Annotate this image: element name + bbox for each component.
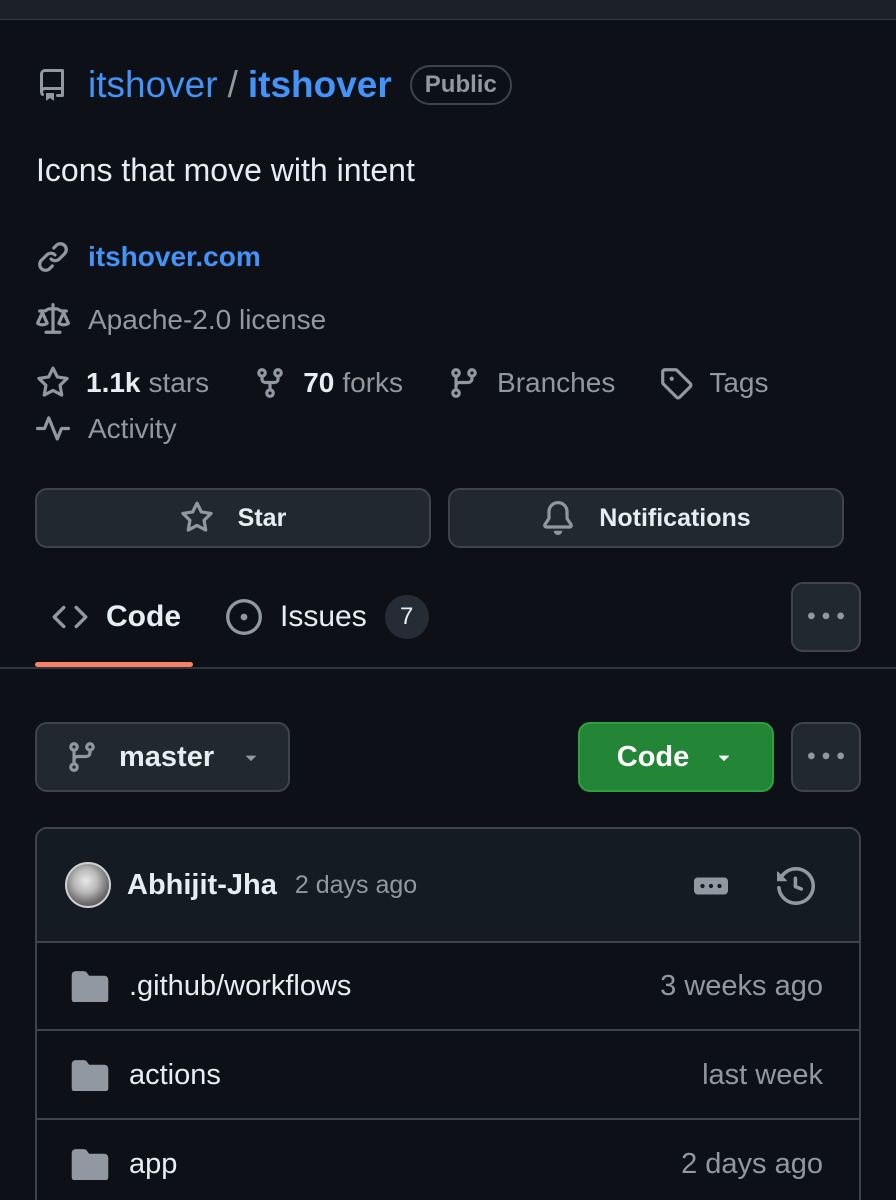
- star-icon: [36, 366, 70, 400]
- repo-website[interactable]: itshover.com: [36, 240, 261, 274]
- file-name[interactable]: actions: [129, 1059, 221, 1092]
- repo-header: itshover / itshover Public: [36, 60, 512, 110]
- star-icon: [180, 501, 214, 535]
- pulse-icon: [36, 412, 70, 446]
- star-button[interactable]: Star: [35, 488, 431, 548]
- tags-link[interactable]: Tags: [659, 366, 768, 400]
- commit-time[interactable]: 2 days ago: [295, 871, 417, 900]
- forks-label: forks: [342, 367, 404, 398]
- branch-selector[interactable]: master: [35, 722, 290, 792]
- commit-author[interactable]: Abhijit-Jha: [127, 869, 277, 902]
- kebab-horizontal-icon: [808, 599, 844, 635]
- activity-link[interactable]: Activity: [36, 412, 177, 446]
- tab-issues[interactable]: Issues 7: [226, 587, 429, 647]
- git-branch-icon: [65, 740, 99, 774]
- file-browser: Abhijit-Jha 2 days ago .github/workflows…: [35, 827, 861, 1200]
- file-name[interactable]: .github/workflows: [129, 970, 351, 1003]
- forks-count: 70: [303, 367, 335, 398]
- list-item[interactable]: .github/workflows 3 weeks ago: [37, 943, 859, 1031]
- folder-icon: [71, 1059, 109, 1091]
- license-label[interactable]: Apache-2.0 license: [88, 304, 326, 336]
- file-name[interactable]: app: [129, 1148, 177, 1181]
- file-updated-time: 3 weeks ago: [660, 969, 823, 1002]
- stars-count: 1.1k: [86, 367, 141, 398]
- repo-path-separator: /: [227, 64, 238, 105]
- triangle-down-icon: [240, 746, 262, 768]
- ellipsis-icon[interactable]: [693, 869, 729, 903]
- branch-name: master: [119, 740, 215, 773]
- kebab-horizontal-icon: [808, 739, 844, 775]
- tags-label: Tags: [709, 367, 769, 398]
- fork-icon: [253, 366, 287, 400]
- list-item[interactable]: actions last week: [37, 1032, 859, 1120]
- tab-code-label: Code: [106, 600, 181, 633]
- list-item[interactable]: app 2 days ago: [37, 1121, 859, 1200]
- repo-owner-link[interactable]: itshover: [88, 64, 218, 106]
- visibility-badge: Public: [409, 65, 512, 105]
- activity-label[interactable]: Activity: [88, 413, 177, 445]
- forks-link[interactable]: 70 forks: [253, 366, 403, 400]
- website-link[interactable]: itshover.com: [88, 241, 261, 273]
- repo-icon: [36, 67, 68, 103]
- tab-issues-label: Issues: [280, 600, 367, 633]
- more-tabs-button[interactable]: [791, 582, 861, 652]
- tag-icon: [659, 366, 693, 400]
- star-button-label: Star: [237, 503, 287, 532]
- issue-opened-icon: [226, 599, 262, 635]
- notifications-button-label: Notifications: [599, 503, 751, 532]
- code-dropdown-button[interactable]: Code: [578, 722, 774, 792]
- issues-count-badge: 7: [384, 595, 429, 639]
- tabs-divider: [0, 667, 896, 669]
- folder-icon: [71, 970, 109, 1002]
- browser-top-bar: [0, 0, 896, 20]
- latest-commit-row: Abhijit-Jha 2 days ago: [37, 829, 859, 943]
- tab-code[interactable]: Code: [52, 587, 181, 647]
- link-icon: [36, 240, 70, 274]
- law-icon: [36, 303, 70, 337]
- notifications-button[interactable]: Notifications: [448, 488, 844, 548]
- file-updated-time: last week: [702, 1058, 823, 1091]
- repo-name-link[interactable]: itshover: [248, 64, 392, 106]
- git-branch-icon: [447, 366, 481, 400]
- stars-label: stars: [148, 367, 210, 398]
- folder-icon: [71, 1148, 109, 1180]
- stars-link[interactable]: 1.1k stars: [36, 366, 209, 400]
- branches-label: Branches: [497, 367, 616, 398]
- avatar[interactable]: [65, 862, 111, 908]
- file-updated-time: 2 days ago: [681, 1147, 823, 1180]
- triangle-down-icon: [713, 746, 735, 768]
- code-icon: [52, 599, 88, 635]
- repo-description: Icons that move with intent: [36, 152, 415, 188]
- code-button-label: Code: [616, 740, 690, 773]
- repo-stats: 1.1k stars 70 forks Branches Tags: [36, 366, 812, 400]
- bell-icon: [541, 501, 575, 535]
- branches-link[interactable]: Branches: [447, 366, 615, 400]
- repo-license[interactable]: Apache-2.0 license: [36, 303, 326, 337]
- history-icon[interactable]: [777, 867, 815, 905]
- more-actions-button[interactable]: [791, 722, 861, 792]
